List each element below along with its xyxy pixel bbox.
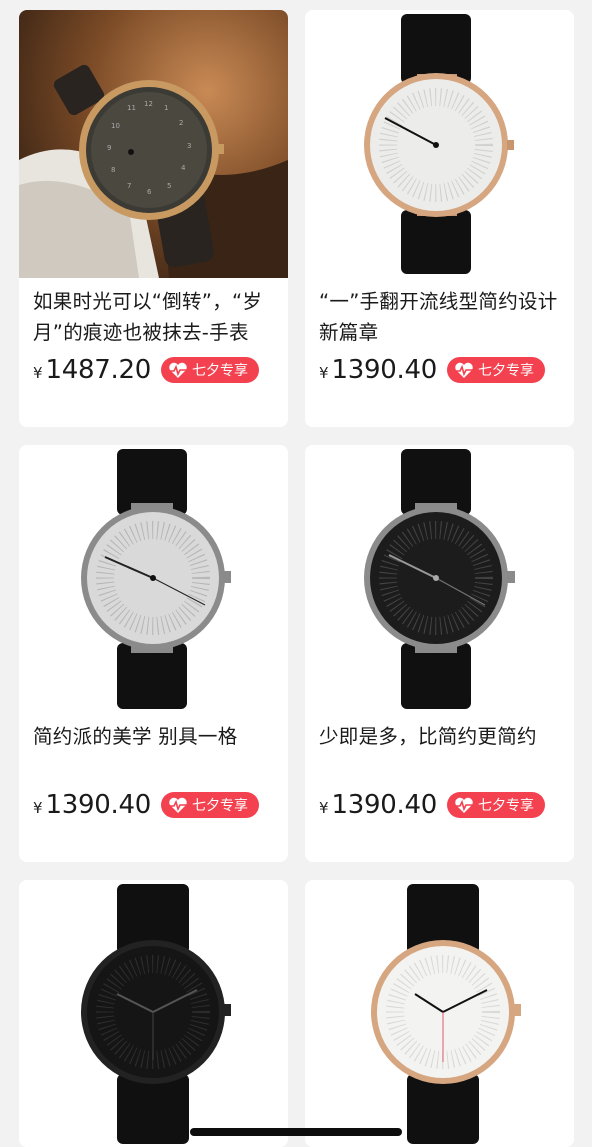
product-image-wrist-watch[interactable]: 11 12 1 2 3 4 5 6 7 8 9 10 bbox=[19, 10, 288, 278]
svg-text:4: 4 bbox=[181, 164, 186, 172]
svg-text:10: 10 bbox=[111, 122, 120, 130]
price-row: ¥ 1487.20 七夕专享 bbox=[33, 354, 259, 386]
product-image-all-black-watch[interactable] bbox=[19, 880, 288, 1147]
promo-badge: 七夕专享 bbox=[446, 357, 545, 383]
product-image-black-dial-watch[interactable] bbox=[305, 445, 574, 713]
heart-pulse-icon bbox=[168, 362, 187, 378]
svg-text:3: 3 bbox=[187, 142, 191, 150]
svg-text:5: 5 bbox=[167, 182, 171, 190]
product-grid: 11 12 1 2 3 4 5 6 7 8 9 10 如果时光可以“倒转”，“岁月”的痕迹也被抹… bbox=[0, 0, 592, 1147]
promo-badge-label: 七夕专享 bbox=[191, 798, 248, 814]
product-card[interactable] bbox=[305, 880, 574, 1147]
product-card[interactable]: “一”手翻开流线型简约设计新篇章 ¥ 1390.40 七夕专享 bbox=[305, 10, 574, 427]
heart-pulse-icon bbox=[454, 362, 473, 378]
price-row: ¥ 1390.40 七夕专享 bbox=[319, 354, 545, 386]
promo-badge-label: 七夕专享 bbox=[477, 363, 534, 379]
svg-text:6: 6 bbox=[147, 188, 152, 196]
currency-symbol: ¥ bbox=[319, 364, 329, 382]
svg-text:7: 7 bbox=[127, 182, 131, 190]
product-title: 简约派的美学 别具一格 bbox=[33, 725, 238, 748]
product-image-rose-gold-watch[interactable] bbox=[305, 10, 574, 278]
currency-symbol: ¥ bbox=[319, 799, 329, 817]
promo-badge: 七夕专享 bbox=[160, 792, 259, 818]
product-card[interactable]: 简约派的美学 别具一格 ¥ 1390.40 七夕专享 bbox=[19, 445, 288, 862]
svg-text:12: 12 bbox=[144, 100, 153, 108]
product-title: “一”手翻开流线型简约设计新篇章 bbox=[319, 290, 558, 344]
product-card[interactable]: 11 12 1 2 3 4 5 6 7 8 9 10 如果时光可以“倒转”，“岁月”的痕迹也被抹… bbox=[19, 10, 288, 427]
heart-pulse-icon bbox=[168, 797, 187, 813]
price-row: ¥ 1390.40 七夕专享 bbox=[319, 789, 545, 821]
currency-symbol: ¥ bbox=[33, 364, 43, 382]
price-row: ¥ 1390.40 七夕专享 bbox=[33, 789, 259, 821]
svg-text:2: 2 bbox=[179, 119, 183, 127]
promo-badge: 七夕专享 bbox=[446, 792, 545, 818]
svg-text:9: 9 bbox=[107, 144, 111, 152]
product-price: 1390.40 bbox=[331, 790, 438, 820]
product-image-silver-watch[interactable] bbox=[19, 445, 288, 713]
product-image-rose-gold-white-watch[interactable] bbox=[305, 880, 574, 1147]
product-title: 少即是多，比简约更简约 bbox=[319, 725, 537, 748]
product-card[interactable] bbox=[19, 880, 288, 1147]
heart-pulse-icon bbox=[454, 797, 473, 813]
promo-badge-label: 七夕专享 bbox=[191, 363, 248, 379]
product-price: 1390.40 bbox=[45, 790, 152, 820]
svg-text:8: 8 bbox=[111, 166, 115, 174]
home-indicator[interactable] bbox=[190, 1128, 402, 1136]
product-title: 如果时光可以“倒转”，“岁月”的痕迹也被抹去-手表 bbox=[33, 290, 263, 344]
product-card[interactable]: 少即是多，比简约更简约 ¥ 1390.40 七夕专享 bbox=[305, 445, 574, 862]
promo-badge-label: 七夕专享 bbox=[477, 798, 534, 814]
svg-text:1: 1 bbox=[164, 104, 168, 112]
promo-badge: 七夕专享 bbox=[160, 357, 259, 383]
product-price: 1390.40 bbox=[331, 355, 438, 385]
svg-text:11: 11 bbox=[127, 104, 136, 112]
currency-symbol: ¥ bbox=[33, 799, 43, 817]
product-price: 1487.20 bbox=[45, 355, 152, 385]
